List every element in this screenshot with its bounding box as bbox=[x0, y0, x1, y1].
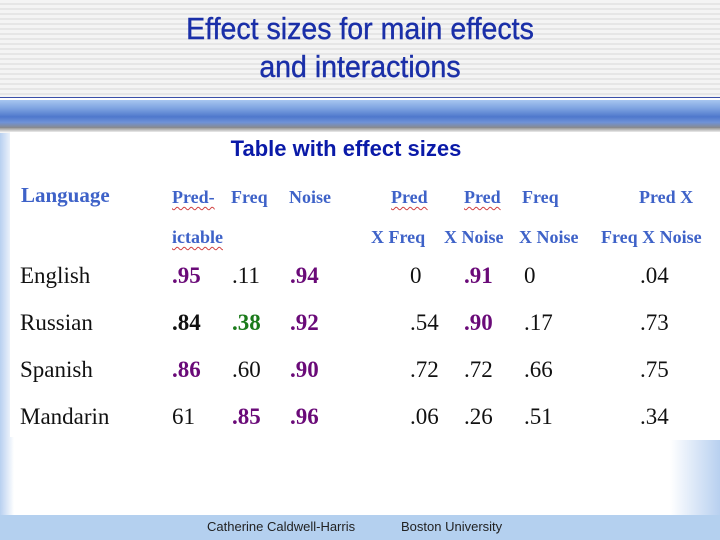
table-cell: 0 bbox=[410, 263, 422, 288]
header-three-way-a: Pred X bbox=[639, 187, 694, 207]
table-cell: .85 bbox=[232, 404, 261, 429]
table-cell: .60 bbox=[232, 357, 261, 382]
header-language: Language bbox=[21, 183, 110, 207]
table-cell: .06 bbox=[410, 404, 439, 429]
table-cell: .96 bbox=[290, 404, 319, 429]
table-cell: .72 bbox=[410, 357, 439, 382]
table-cell: .38 bbox=[232, 310, 261, 335]
table-cell: .94 bbox=[290, 263, 319, 288]
header-freq-x-noise-b: X Noise bbox=[519, 227, 579, 247]
table-cell: .17 bbox=[524, 310, 553, 335]
slide-title-line2: and interactions bbox=[259, 49, 461, 84]
table-cell: .73 bbox=[640, 310, 669, 335]
table-cell: .11 bbox=[232, 263, 260, 288]
header-pred-x-noise-b: X Noise bbox=[444, 227, 504, 247]
row-label-russian: Russian bbox=[20, 310, 93, 335]
slide-title: Effect sizes for main effects and intera… bbox=[29, 10, 691, 86]
table-cell: .92 bbox=[290, 310, 319, 335]
table-cell: .91 bbox=[464, 263, 493, 288]
header-freq: Freq bbox=[231, 187, 268, 207]
table-cell: .51 bbox=[524, 404, 553, 429]
header-noise: Noise bbox=[289, 187, 331, 207]
effect-size-table-image bbox=[10, 132, 720, 437]
table-cell: .26 bbox=[464, 404, 493, 429]
table-cell: .54 bbox=[410, 310, 439, 335]
title-area: Effect sizes for main effects and intera… bbox=[0, 0, 720, 97]
table-cell: .72 bbox=[464, 357, 493, 382]
header-predictable-b: ictable bbox=[172, 227, 223, 247]
table-cell: .66 bbox=[524, 357, 553, 382]
footer-author: Catherine Caldwell-Harris bbox=[207, 519, 356, 534]
table-cell: .90 bbox=[290, 357, 319, 382]
header-freq-x-noise-a: Freq bbox=[522, 187, 559, 207]
table-cell: 0 bbox=[524, 263, 536, 288]
row-label-english: English bbox=[20, 263, 91, 288]
table-title: Table with effect sizes bbox=[230, 136, 462, 161]
table-cell: .90 bbox=[464, 310, 493, 335]
decorative-band bbox=[0, 100, 720, 128]
slide-title-line1: Effect sizes for main effects bbox=[186, 11, 534, 46]
table-cell: .84 bbox=[172, 310, 201, 335]
footer-institution: Boston University bbox=[401, 519, 503, 534]
table-cell: .75 bbox=[640, 357, 669, 382]
table-cell: .04 bbox=[640, 263, 669, 288]
title-divider bbox=[0, 97, 720, 98]
header-three-way-b: Freq X Noise bbox=[601, 227, 702, 247]
row-label-mandarin: Mandarin bbox=[20, 404, 110, 429]
header-predictable-a: Pred- bbox=[172, 187, 215, 207]
table-cell: .86 bbox=[172, 357, 201, 382]
footer-bar bbox=[0, 515, 720, 540]
row-label-spanish: Spanish bbox=[20, 357, 93, 382]
table-cell: .34 bbox=[640, 404, 669, 429]
header-pred-x-freq-a: Pred bbox=[391, 187, 428, 207]
header-pred-x-freq-b: X Freq bbox=[371, 227, 426, 247]
table-cell: .95 bbox=[172, 263, 201, 288]
header-pred-x-noise-a: Pred bbox=[464, 187, 501, 207]
table-cell: 61 bbox=[172, 404, 195, 429]
right-edge-gradient bbox=[670, 440, 720, 515]
